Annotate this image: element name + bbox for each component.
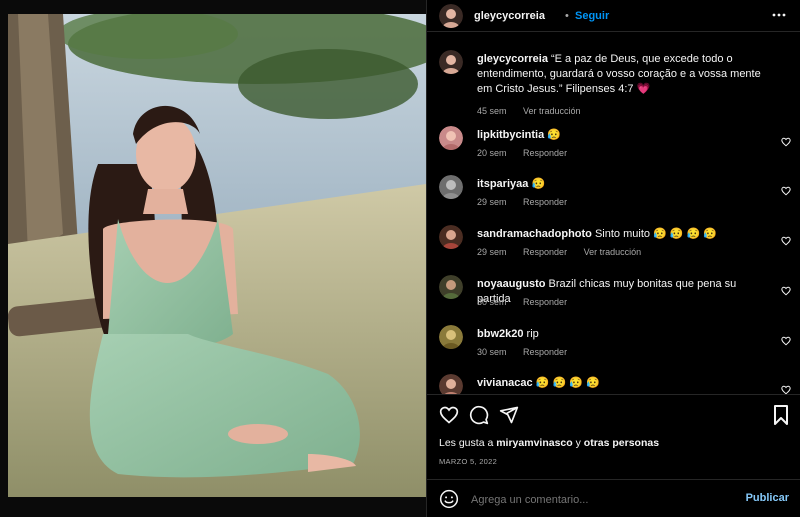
comment-body: Sinto muito 😥 😥 😥 😥 bbox=[594, 228, 718, 240]
comments-list[interactable]: gleycycorreia “E a paz de Deus, que exce… bbox=[427, 40, 800, 394]
reply-button[interactable]: Responder bbox=[523, 247, 567, 257]
comment-item: lipkitbycintia 😥 20 sem Responder bbox=[427, 126, 800, 166]
comment-time: 30 sem bbox=[477, 297, 507, 307]
comment-body: rip bbox=[526, 328, 539, 340]
comment-time: 20 sem bbox=[477, 148, 507, 158]
caption-item: gleycycorreia “E a paz de Deus, que exce… bbox=[427, 50, 800, 120]
caption-avatar[interactable] bbox=[439, 50, 463, 74]
liked-by-others[interactable]: otras personas bbox=[584, 437, 659, 449]
header-separator: • bbox=[565, 10, 569, 22]
comment-text: lipkitbycintia 😥 bbox=[477, 128, 767, 143]
author-username[interactable]: gleycycorreia bbox=[474, 10, 545, 22]
comment-avatar[interactable] bbox=[439, 225, 463, 249]
likes-prefix: Les gusta a bbox=[439, 437, 494, 449]
comment-like-heart-icon[interactable] bbox=[781, 333, 791, 346]
comment-like-heart-icon[interactable] bbox=[781, 283, 791, 296]
emoji-smiley-icon[interactable] bbox=[439, 489, 459, 509]
comment-username[interactable]: vivianacac bbox=[477, 377, 533, 389]
comment-avatar[interactable] bbox=[439, 374, 463, 394]
comment-body: 😥 😥 😥 😥 bbox=[535, 377, 600, 389]
comment-meta: 20 sem Responder bbox=[477, 148, 581, 158]
reply-button[interactable]: Responder bbox=[523, 148, 567, 158]
comment-like-heart-icon[interactable] bbox=[781, 382, 791, 394]
comment-username[interactable]: sandramachadophoto bbox=[477, 228, 592, 240]
comment-time: 30 sem bbox=[477, 347, 507, 357]
comment-time: 29 sem bbox=[477, 247, 507, 257]
publish-button[interactable]: Publicar bbox=[746, 492, 789, 504]
comment-text: vivianacac 😥 😥 😥 😥 bbox=[477, 376, 767, 391]
author-avatar[interactable] bbox=[439, 4, 463, 28]
comment-item: noyaaugusto Brazil chicas muy bonitas qu… bbox=[427, 275, 800, 315]
comment-avatar[interactable] bbox=[439, 325, 463, 349]
comment-item: bbw2k20 rip 30 sem Responder bbox=[427, 325, 800, 365]
post-photo-image bbox=[8, 14, 426, 497]
likes-summary: Les gusta a miryamvinasco y otras person… bbox=[439, 437, 659, 449]
reply-button[interactable]: Responder bbox=[523, 297, 567, 307]
comment-meta: 30 sem Responder bbox=[477, 347, 581, 357]
comment-username[interactable]: noyaaugusto bbox=[477, 278, 545, 290]
caption-time: 45 sem bbox=[477, 106, 507, 116]
like-heart-icon[interactable] bbox=[439, 405, 459, 425]
post-details-panel: gleycycorreia • Seguir gleycycorreia “E … bbox=[426, 0, 800, 517]
post-photo[interactable] bbox=[8, 14, 426, 497]
follow-button[interactable]: Seguir bbox=[575, 10, 609, 22]
comment-avatar[interactable] bbox=[439, 126, 463, 150]
comment-avatar[interactable] bbox=[439, 275, 463, 299]
comment-bubble-icon[interactable] bbox=[469, 405, 489, 425]
caption-translate-link[interactable]: Ver traducción bbox=[523, 106, 581, 116]
liked-by-user[interactable]: miryamvinasco bbox=[496, 437, 572, 449]
comment-username[interactable]: lipkitbycintia bbox=[477, 129, 544, 141]
comment-meta: 29 sem Responder bbox=[477, 197, 581, 207]
comment-item: itspariyaa 😥 29 sem Responder bbox=[427, 175, 800, 215]
caption-meta: 45 sem Ver traducción bbox=[477, 106, 595, 116]
reply-button[interactable]: Responder bbox=[523, 347, 567, 357]
comment-meta: 29 sem Responder Ver traducción bbox=[477, 247, 655, 257]
comment-text: itspariyaa 😥 bbox=[477, 177, 767, 192]
save-bookmark-icon[interactable] bbox=[773, 405, 789, 425]
comment-text: bbw2k20 rip bbox=[477, 327, 767, 342]
post-header: gleycycorreia • Seguir bbox=[427, 0, 800, 32]
comment-avatar[interactable] bbox=[439, 175, 463, 199]
comment-username[interactable]: bbw2k20 bbox=[477, 328, 523, 340]
comment-item: sandramachadophoto Sinto muito 😥 😥 😥 😥 2… bbox=[427, 225, 800, 265]
comment-time: 29 sem bbox=[477, 197, 507, 207]
comment-translate-link[interactable]: Ver traducción bbox=[584, 247, 642, 257]
reply-button[interactable]: Responder bbox=[523, 197, 567, 207]
comment-input[interactable] bbox=[469, 488, 723, 512]
heart-emoji: 💗 bbox=[636, 83, 651, 95]
more-options-icon[interactable] bbox=[771, 8, 787, 22]
caption-username[interactable]: gleycycorreia bbox=[477, 53, 548, 65]
comment-text: sandramachadophoto Sinto muito 😥 😥 😥 😥 bbox=[477, 227, 767, 242]
post-media-pane bbox=[0, 0, 426, 517]
caption-text: gleycycorreia “E a paz de Deus, que exce… bbox=[477, 52, 777, 97]
comment-body: 😥 bbox=[547, 129, 562, 141]
comment-like-heart-icon[interactable] bbox=[781, 233, 791, 246]
comment-meta: 30 sem Responder bbox=[477, 297, 581, 307]
comment-username[interactable]: itspariyaa bbox=[477, 178, 528, 190]
likes-conjunction: y bbox=[575, 437, 581, 449]
comment-like-heart-icon[interactable] bbox=[781, 134, 791, 147]
comment-item: vivianacac 😥 😥 😥 😥 bbox=[427, 374, 800, 394]
add-comment-bar: Publicar bbox=[427, 479, 800, 517]
comment-body: 😥 bbox=[531, 178, 546, 190]
comment-like-heart-icon[interactable] bbox=[781, 183, 791, 196]
share-paper-plane-icon[interactable] bbox=[499, 405, 519, 425]
post-date[interactable]: MARZO 5, 2022 bbox=[439, 457, 497, 466]
